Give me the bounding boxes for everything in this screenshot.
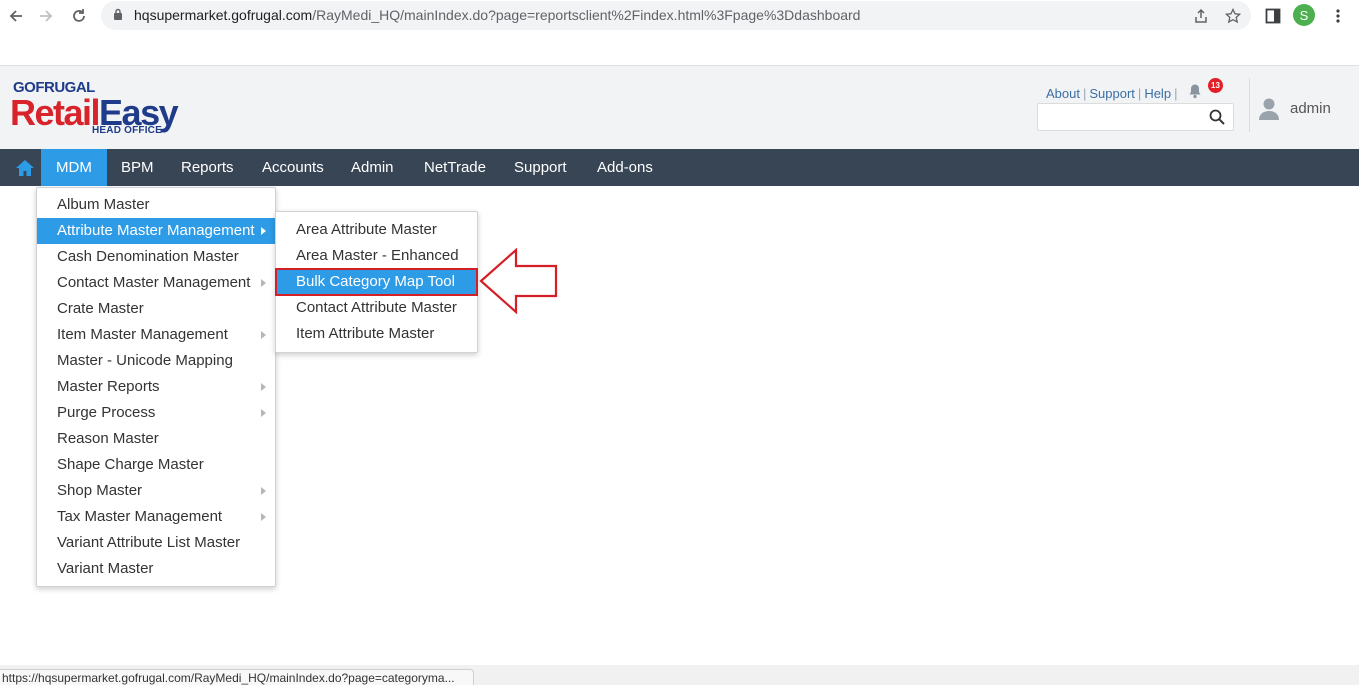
menu-item-label: Contact Master Management (57, 274, 251, 291)
menu-item-label: Tax Master Management (57, 508, 223, 525)
submenu-item-area-attribute-master[interactable]: Area Attribute Master (276, 217, 477, 243)
app-header: GOFRUGAL RetailEasy HEAD OFFICE About | Su… (0, 66, 1359, 149)
menu-item-label: Cash Denomination Master (57, 248, 239, 265)
menu-reports[interactable]: Reports (166, 149, 249, 186)
address-bar[interactable]: hqsupermarket.gofrugal.com/RayMedi_HQ/ma… (101, 1, 1251, 30)
submenu-arrow-icon (261, 409, 266, 417)
menu-addons[interactable]: Add-ons (582, 149, 668, 186)
menu-admin[interactable]: Admin (336, 149, 409, 186)
logo-retail: Retail (10, 92, 101, 133)
share-icon[interactable] (1191, 6, 1211, 26)
url-host: hqsupermarket.gofrugal.com (134, 7, 313, 23)
header-links: About | Support | Help | (1046, 86, 1180, 101)
link-separator: | (1174, 86, 1178, 101)
submenu-item-item-attribute-master[interactable]: Item Attribute Master (276, 321, 477, 347)
menu-item-label: Contact Attribute Master (296, 299, 457, 316)
mdm-item-master-unicode-mapping[interactable]: Master - Unicode Mapping (37, 348, 275, 374)
menu-item-label: Variant Attribute List Master (57, 534, 241, 551)
attribute-submenu: Area Attribute Master Area Master - Enha… (275, 211, 478, 353)
link-separator: | (1137, 86, 1142, 101)
side-panel-icon[interactable] (1261, 4, 1285, 28)
about-link[interactable]: About (1046, 86, 1080, 101)
browser-toolbar: hqsupermarket.gofrugal.com/RayMedi_HQ/ma… (0, 0, 1359, 66)
menu-accounts[interactable]: Accounts (247, 149, 339, 186)
menu-nettrade[interactable]: NetTrade (409, 149, 501, 186)
menu-item-label: Area Master - Enhanced (296, 247, 459, 264)
lock-icon (114, 8, 122, 20)
submenu-arrow-icon (261, 331, 266, 339)
mdm-item-attribute-master-management[interactable]: Attribute Master Management (37, 218, 275, 244)
menu-item-label: Bulk Category Map Tool (296, 273, 455, 290)
forward-icon[interactable] (32, 2, 60, 30)
kebab-menu-icon[interactable] (1326, 4, 1350, 28)
menu-item-label: Shop Master (57, 482, 143, 499)
url-text: hqsupermarket.gofrugal.com/RayMedi_HQ/ma… (134, 7, 860, 23)
menu-item-label: Area Attribute Master (296, 221, 437, 238)
menu-item-label: Shape Charge Master (57, 456, 204, 473)
user-icon[interactable] (1258, 97, 1280, 121)
submenu-item-area-master-enhanced[interactable]: Area Master - Enhanced (276, 243, 477, 269)
profile-avatar[interactable]: S (1293, 4, 1315, 26)
menu-item-label: Album Master (57, 196, 150, 213)
menu-item-label: Crate Master (57, 300, 144, 317)
bell-icon[interactable] (1187, 83, 1203, 99)
mdm-item-album-master[interactable]: Album Master (37, 192, 275, 218)
menu-support[interactable]: Support (499, 149, 582, 186)
search-icon[interactable] (1209, 109, 1225, 125)
logo-brand-sub: HEAD OFFICE (92, 125, 162, 136)
username-label[interactable]: admin (1290, 100, 1331, 117)
link-separator: | (1082, 86, 1087, 101)
menu-item-label: Attribute Master Management (57, 222, 255, 239)
bookmark-star-icon[interactable] (1223, 6, 1243, 26)
submenu-arrow-icon (261, 487, 266, 495)
mdm-item-contact-master-management[interactable]: Contact Master Management (37, 270, 275, 296)
callout-arrow-icon (479, 248, 558, 314)
menu-item-label: Purge Process (57, 404, 156, 421)
mdm-item-master-reports[interactable]: Master Reports (37, 374, 275, 400)
menu-mdm[interactable]: MDM (41, 149, 107, 186)
menu-bpm[interactable]: BPM (106, 149, 169, 186)
mdm-item-purge-process[interactable]: Purge Process (37, 400, 275, 426)
submenu-arrow-icon (261, 383, 266, 391)
submenu-arrow-icon (261, 227, 266, 235)
main-menu-bar: MDM BPM Reports Accounts Admin NetTrade … (0, 149, 1359, 186)
menu-item-label: Reason Master (57, 430, 159, 447)
link-preview-status: https://hqsupermarket.gofrugal.com/RayMe… (0, 669, 474, 685)
reload-icon[interactable] (65, 2, 93, 30)
mdm-item-variant-master[interactable]: Variant Master (37, 556, 275, 582)
notification-badge[interactable]: 13 (1208, 78, 1223, 93)
search-box[interactable] (1037, 103, 1234, 131)
menu-item-label: Item Attribute Master (296, 325, 435, 342)
mdm-item-tax-master-management[interactable]: Tax Master Management (37, 504, 275, 530)
mdm-item-shape-charge-master[interactable]: Shape Charge Master (37, 452, 275, 478)
back-icon[interactable] (2, 2, 30, 30)
menu-item-label: Master Reports (57, 378, 160, 395)
submenu-arrow-icon (261, 279, 266, 287)
mdm-item-shop-master[interactable]: Shop Master (37, 478, 275, 504)
submenu-arrow-icon (261, 513, 266, 521)
menu-item-label: Variant Master (57, 560, 154, 577)
mdm-dropdown: Album Master Attribute Master Management… (36, 187, 276, 587)
home-icon[interactable] (8, 149, 41, 186)
menu-item-label: Item Master Management (57, 326, 228, 343)
help-link[interactable]: Help (1144, 86, 1171, 101)
mdm-item-variant-attribute-list-master[interactable]: Variant Attribute List Master (37, 530, 275, 556)
mdm-item-crate-master[interactable]: Crate Master (37, 296, 275, 322)
header-divider (1249, 78, 1250, 132)
submenu-item-bulk-category-map-tool[interactable]: Bulk Category Map Tool (275, 268, 478, 296)
menu-item-label: Master - Unicode Mapping (57, 352, 233, 369)
mdm-item-reason-master[interactable]: Reason Master (37, 426, 275, 452)
mdm-item-cash-denomination-master[interactable]: Cash Denomination Master (37, 244, 275, 270)
mdm-item-item-master-management[interactable]: Item Master Management (37, 322, 275, 348)
url-path: /RayMedi_HQ/mainIndex.do?page=reportscli… (312, 7, 861, 23)
submenu-item-contact-attribute-master[interactable]: Contact Attribute Master (276, 295, 477, 321)
support-link[interactable]: Support (1089, 86, 1135, 101)
